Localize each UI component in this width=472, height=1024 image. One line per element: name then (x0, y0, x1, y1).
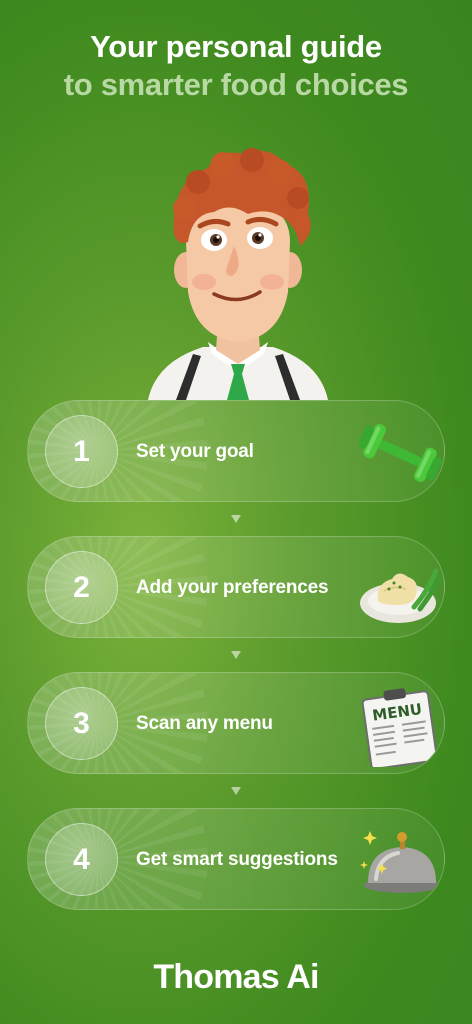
menu-clipboard-icon: MENU (361, 688, 438, 767)
brand-name: Thomas Ai (153, 958, 319, 996)
chef-mascot-illustration (148, 148, 328, 400)
step-card-1[interactable]: 1 Set your goal (27, 400, 445, 502)
mashed-potato-plate-icon (360, 568, 442, 623)
step-number-badge: 1 (45, 415, 118, 488)
step-label: Get smart suggestions (136, 849, 338, 870)
dumbbell-icon (358, 423, 442, 483)
serving-cloche-icon (360, 831, 440, 893)
step-card-2[interactable]: 2 Add your preferences (27, 536, 445, 638)
header: Your personal guide to smarter food choi… (0, 28, 472, 104)
page-title: Your personal guide (90, 29, 382, 64)
step-number-badge: 4 (45, 823, 118, 896)
chevron-down-icon (231, 515, 241, 523)
page-subtitle: to smarter food choices (63, 67, 409, 102)
step-number-badge: 2 (45, 551, 118, 624)
step-label: Scan any menu (136, 713, 273, 734)
chevron-down-icon (231, 651, 241, 659)
step-number-badge: 3 (45, 687, 118, 760)
step-label: Add your preferences (136, 577, 329, 598)
step-card-3[interactable]: 3 Scan any menu MENU (27, 672, 445, 774)
chevron-down-icon (231, 787, 241, 795)
step-label: Set your goal (136, 441, 254, 462)
step-card-4[interactable]: 4 Get smart suggestions (27, 808, 445, 910)
